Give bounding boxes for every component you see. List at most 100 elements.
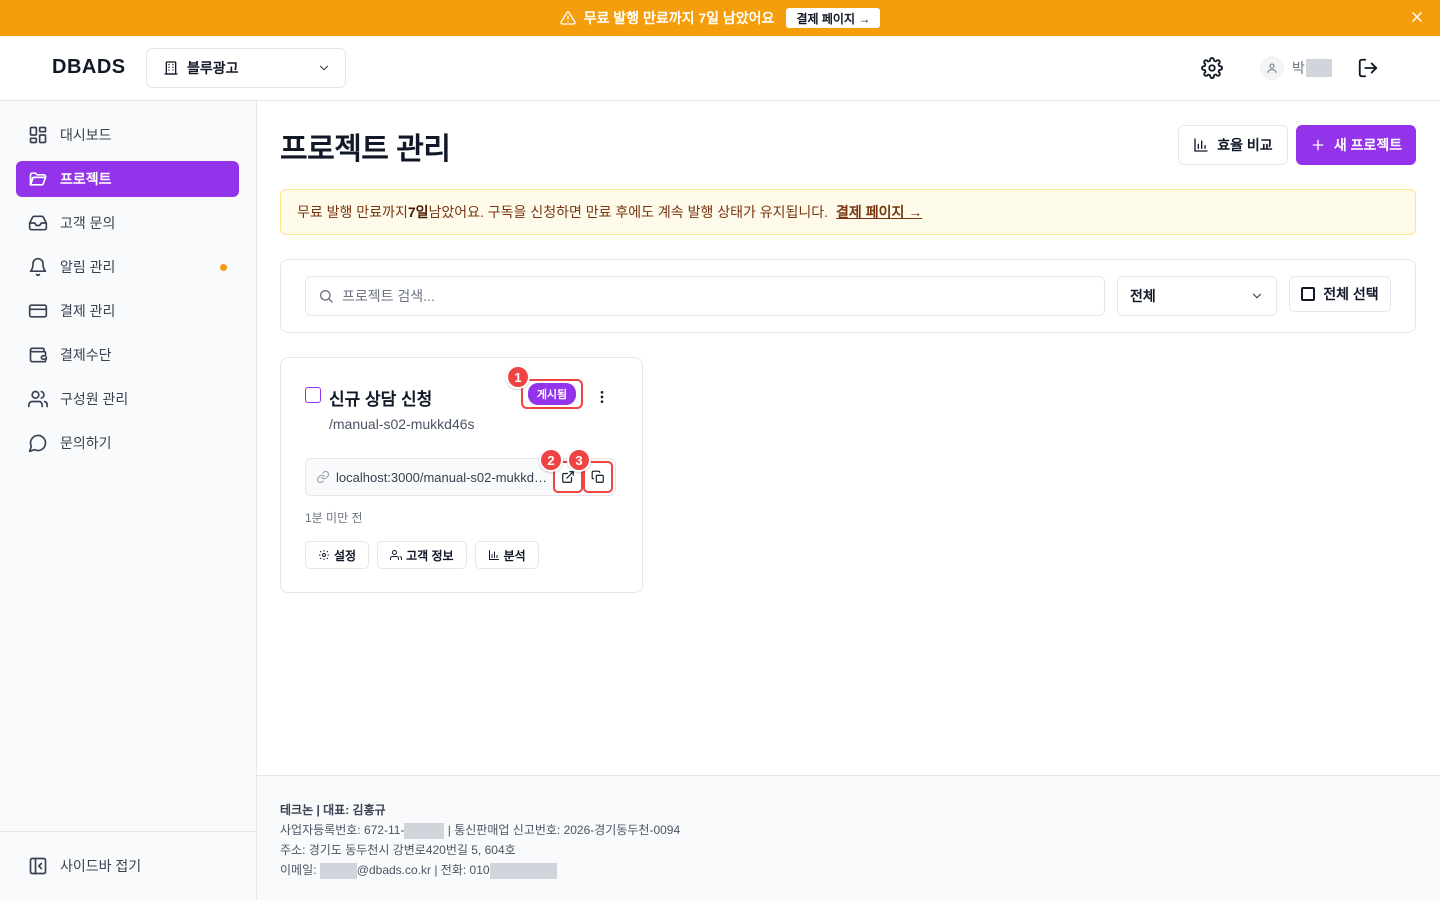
new-project-label: 새 프로젝트 xyxy=(1333,137,1403,153)
banner-payment-button[interactable]: 결제 페이지 → xyxy=(786,8,881,28)
sidebar-item-label: 프로젝트 xyxy=(60,171,112,187)
sidebar-item-projects[interactable]: 프로젝트 xyxy=(16,161,239,197)
footer-email-suffix: @dbads.co.kr | 전화: 010 xyxy=(356,863,490,877)
banner-text: 무료 발행 만료까지 7일 남았어요 xyxy=(583,10,775,26)
chevron-down-icon xyxy=(1252,293,1262,299)
customer-info-button[interactable]: 고객 정보 xyxy=(377,541,467,569)
search-icon xyxy=(320,290,333,303)
status-filter-select[interactable]: 전체 xyxy=(1117,276,1277,316)
wallet-icon xyxy=(29,347,48,363)
notice-prefix: 무료 발행 만료까지 xyxy=(297,204,408,220)
footer-contact-line: 이메일: @dbads.co.kr | 전화: 010 xyxy=(280,860,680,880)
footer-business-line: 사업자등록번호: 672-11- | 통신판매업 신고번호: 2026-경기동두… xyxy=(280,820,680,840)
project-card: 신규 상담 신청 게시됨 /manual-s02-mukkd46s localh… xyxy=(280,357,643,593)
sidebar-item-payment-methods[interactable]: 결제수단 xyxy=(16,337,239,373)
project-slug: /manual-s02-mukkd46s xyxy=(329,416,475,432)
sidebar-item-label: 결제수단 xyxy=(60,347,112,363)
search-field[interactable] xyxy=(305,276,1105,316)
notification-dot xyxy=(220,264,227,271)
users-icon xyxy=(390,550,403,560)
settings-button[interactable]: 설정 xyxy=(305,541,370,569)
collapse-sidebar-button[interactable]: 사이드바 접기 xyxy=(28,856,141,876)
analytics-button[interactable]: 분석 xyxy=(474,541,539,569)
copy-icon xyxy=(591,470,604,483)
bell-icon xyxy=(29,257,47,277)
logout-icon[interactable] xyxy=(1357,57,1379,79)
annotation-marker-3: 3 xyxy=(567,448,591,472)
organization-select[interactable]: 블루광고 xyxy=(146,48,346,88)
warning-icon xyxy=(560,11,576,25)
sidebar-item-label: 결제 관리 xyxy=(60,303,116,319)
search-input[interactable] xyxy=(342,288,1082,304)
page-title: 프로젝트 관리 xyxy=(280,133,451,166)
notice-suffix: 남았어요. 구독을 신청하면 만료 후에도 계속 발행 상태가 유지됩니다. xyxy=(428,204,829,220)
footer-email-prefix: 이메일: xyxy=(280,863,320,877)
gear-icon[interactable] xyxy=(1201,57,1223,79)
compare-efficiency-button[interactable]: 효율 비교 xyxy=(1178,125,1288,165)
sidebar-item-contact[interactable]: 문의하기 xyxy=(16,425,239,461)
plus-icon xyxy=(1312,139,1324,151)
user-menu[interactable]: 박 xyxy=(1260,56,1332,80)
select-all-button[interactable]: 전체 선택 xyxy=(1289,276,1391,312)
footer-biz-prefix: 사업자등록번호: 672-11- xyxy=(280,823,405,837)
customer-info-label: 고객 정보 xyxy=(406,548,454,563)
notice-days: 7일 xyxy=(407,204,429,220)
collapse-label: 사이드바 접기 xyxy=(60,858,142,874)
top-warning-banner: 무료 발행 만료까지 7일 남았어요 결제 페이지 → xyxy=(0,0,1440,36)
sidebar-item-dashboard[interactable]: 대시보드 xyxy=(16,117,239,153)
inbox-icon xyxy=(28,215,48,231)
gear-icon xyxy=(319,550,329,560)
settings-label: 설정 xyxy=(334,548,357,563)
project-checkbox[interactable] xyxy=(305,387,321,403)
user-icon xyxy=(1267,63,1277,73)
sidebar-item-notifications[interactable]: 알림 관리 xyxy=(16,249,239,285)
organization-name: 블루광고 xyxy=(187,60,239,76)
expiry-notice: 무료 발행 만료까지 7일 남았어요. 구독을 신청하면 만료 후에도 계속 발… xyxy=(280,189,1416,235)
page-footer: 테크논 | 대표: 김홍규 사업자등록번호: 672-11- | 통신판매업 신… xyxy=(257,775,1440,900)
footer-info: 테크논 | 대표: 김홍규 사업자등록번호: 672-11- | 통신판매업 신… xyxy=(280,800,680,880)
close-icon[interactable] xyxy=(1410,10,1424,24)
footer-biz-suffix: | 통신판매업 신고번호: 2026-경기동두천-0094 xyxy=(444,823,681,837)
more-options-icon[interactable] xyxy=(594,389,610,405)
sidebar-item-members[interactable]: 구성원 관리 xyxy=(16,381,239,417)
redacted-block xyxy=(319,862,357,879)
updated-time: 1분 미만 전 xyxy=(305,511,363,525)
sidebar-nav: 대시보드 프로젝트 고객 문의 알림 관리 결제 관리 결제수단 구성원 관리 xyxy=(16,117,239,469)
app-header: DBADS 블루광고 박 xyxy=(0,36,1440,101)
bar-chart-icon xyxy=(488,550,499,560)
avatar xyxy=(1260,56,1284,80)
status-filter-value: 전체 xyxy=(1130,288,1156,304)
sidebar-item-label: 문의하기 xyxy=(60,435,112,451)
card-actions: 설정 고객 정보 분석 xyxy=(305,541,539,569)
footer-address: 주소: 경기도 동두천시 강변로420번길 5, 604호 xyxy=(280,843,516,857)
footer-company: 테크논 | 대표: 김홍규 xyxy=(280,803,386,817)
annotation-marker-2: 2 xyxy=(539,448,563,472)
chevron-down-icon xyxy=(319,65,329,71)
sidebar: 대시보드 프로젝트 고객 문의 알림 관리 결제 관리 결제수단 구성원 관리 xyxy=(0,101,257,900)
sidebar-item-inquiries[interactable]: 고객 문의 xyxy=(16,205,239,241)
project-filter-bar: 전체 전체 선택 xyxy=(280,259,1416,333)
folder-icon xyxy=(29,172,47,186)
redacted-block xyxy=(489,862,557,879)
notice-payment-link[interactable]: 결제 페이지 → xyxy=(836,202,922,222)
status-badge[interactable]: 게시됨 xyxy=(527,383,577,405)
credit-card-icon xyxy=(28,304,48,318)
new-project-button[interactable]: 새 프로젝트 xyxy=(1296,125,1416,165)
sidebar-collapse-icon xyxy=(29,857,47,875)
project-title[interactable]: 신규 상담 신청 xyxy=(329,385,432,410)
compare-label: 효율 비교 xyxy=(1217,137,1273,153)
building-icon xyxy=(164,61,178,75)
select-all-label: 전체 선택 xyxy=(1323,286,1379,302)
sidebar-item-label: 구성원 관리 xyxy=(60,391,129,407)
sidebar-footer: 사이드바 접기 xyxy=(0,831,256,900)
sidebar-item-label: 대시보드 xyxy=(60,127,112,143)
dashboard-icon xyxy=(29,126,47,144)
status-badge-highlight: 게시됨 xyxy=(521,379,583,409)
logo[interactable]: DBADS xyxy=(52,56,126,79)
sidebar-item-billing[interactable]: 결제 관리 xyxy=(16,293,239,329)
analytics-label: 분석 xyxy=(503,548,526,563)
sidebar-item-label: 고객 문의 xyxy=(60,215,116,231)
bar-chart-icon xyxy=(1194,138,1208,152)
users-icon xyxy=(28,390,48,408)
project-url: localhost:3000/manual-s02-mukkd46s xyxy=(336,469,554,485)
